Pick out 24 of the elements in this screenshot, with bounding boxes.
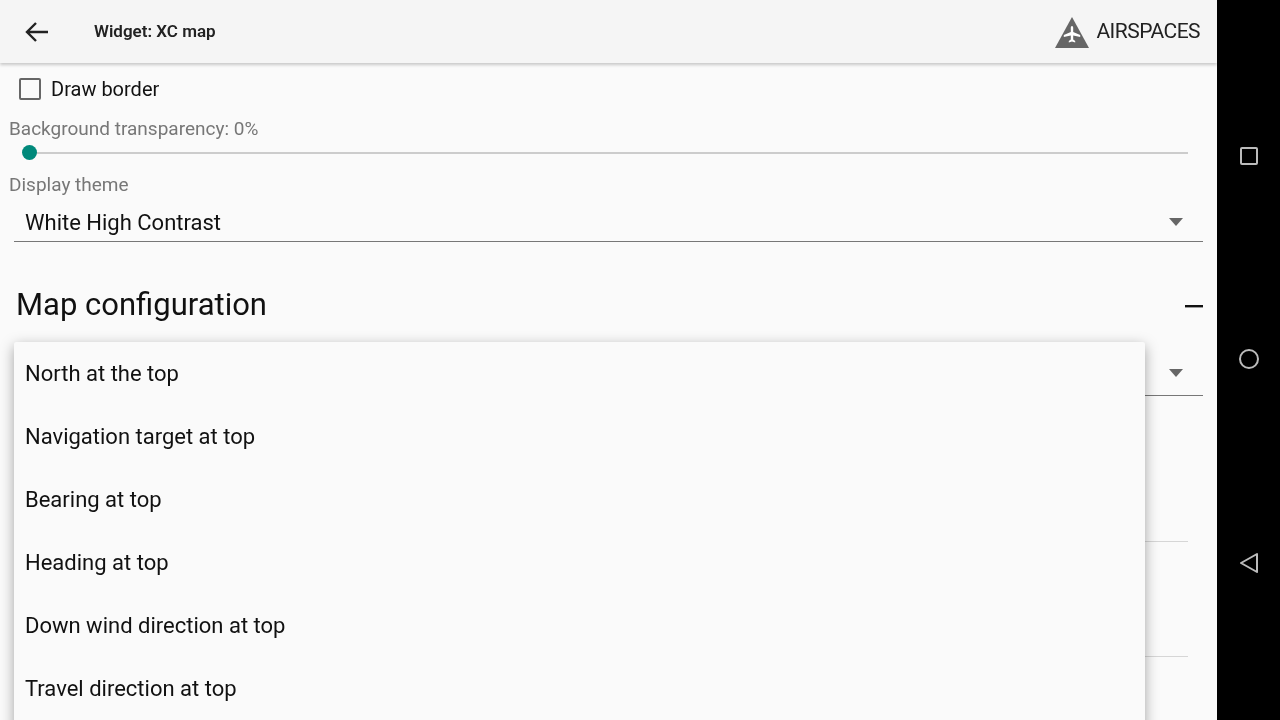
field-label: Display theme [8, 172, 130, 198]
menu-item[interactable]: Bearing at top [14, 468, 1145, 531]
section-heading: Map configuration [16, 285, 267, 326]
back-arrow-icon [24, 20, 50, 43]
brand-name: AIRSPACES [1096, 17, 1200, 45]
recents-nav-icon[interactable] [1238, 146, 1259, 166]
home-nav-icon[interactable] [1237, 348, 1260, 370]
checkbox[interactable] [19, 78, 41, 100]
theme-dropdown[interactable]: White High Contrast [14, 203, 1203, 242]
menu-item[interactable]: Navigation target at top [14, 405, 1145, 468]
dropdown-value: White High Contrast [25, 208, 222, 237]
checkbox-label: Draw border [51, 76, 160, 103]
menu-item[interactable]: Down wind direction at top [14, 594, 1145, 657]
slider-label: Background transparency: 0% [8, 116, 260, 142]
dropdown-caret-icon [1169, 218, 1183, 226]
back-nav-icon[interactable] [1238, 552, 1259, 574]
airplane-triangle-logo-icon [1054, 15, 1091, 48]
menu-item[interactable]: Travel direction at top [14, 657, 1145, 720]
collapse-toggle[interactable] [1185, 303, 1203, 308]
slider-thumb[interactable] [22, 145, 37, 160]
dropdown-caret-icon [1169, 369, 1183, 377]
screen-title: Widget: XC map [94, 19, 216, 43]
menu-item[interactable]: North at the top [14, 342, 1145, 405]
menu-item[interactable]: Heading at top [14, 531, 1145, 594]
